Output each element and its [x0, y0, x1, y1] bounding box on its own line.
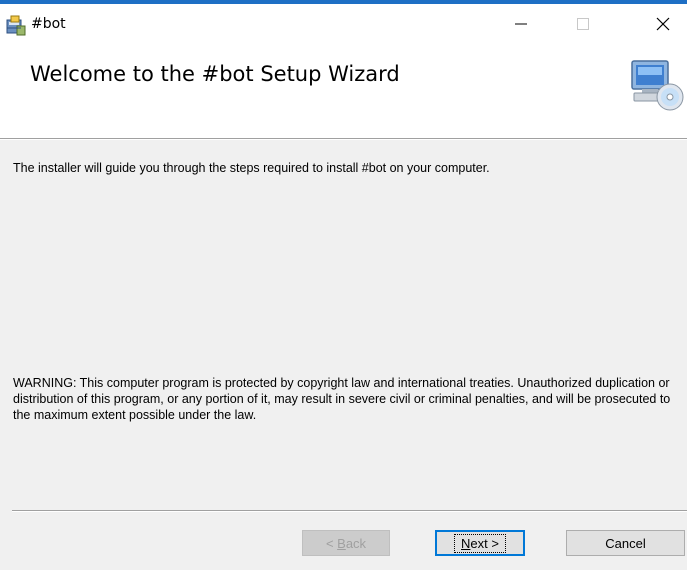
- close-icon: [656, 17, 670, 31]
- next-button[interactable]: Next >: [435, 530, 525, 556]
- setup-wizard-window: #bot Welcome to the #bot Setup Wizard Th…: [0, 0, 687, 570]
- wizard-banner: Welcome to the #bot Setup Wizard: [0, 44, 687, 139]
- minimize-button[interactable]: [498, 8, 544, 40]
- banner-divider-highlight: [0, 139, 687, 140]
- minimize-icon: [515, 23, 527, 25]
- maximize-icon: [577, 18, 589, 30]
- computer-cd-icon: [631, 60, 684, 111]
- footer-divider-highlight: [12, 511, 687, 512]
- next-rest: ext >: [470, 535, 499, 551]
- installer-app-icon: [6, 15, 26, 36]
- back-prefix: <: [325, 535, 338, 551]
- back-mnemonic: B: [337, 535, 346, 551]
- back-button[interactable]: < Back: [302, 530, 390, 556]
- cancel-button[interactable]: Cancel: [566, 530, 685, 556]
- back-rest: ack: [345, 535, 367, 551]
- maximize-button[interactable]: [560, 8, 606, 40]
- window-title: #bot: [31, 16, 66, 32]
- next-button-label: Next >: [454, 533, 506, 553]
- wizard-heading: Welcome to the #bot Setup Wizard: [30, 62, 400, 86]
- next-mnemonic: N: [461, 535, 471, 551]
- copyright-warning: WARNING: This computer program is protec…: [13, 376, 671, 422]
- back-button-label: < Back: [326, 536, 366, 551]
- cancel-button-label: Cancel: [605, 535, 646, 551]
- close-button[interactable]: [640, 8, 686, 40]
- intro-text: The installer will guide you through the…: [13, 161, 490, 175]
- title-bar[interactable]: #bot: [0, 4, 687, 44]
